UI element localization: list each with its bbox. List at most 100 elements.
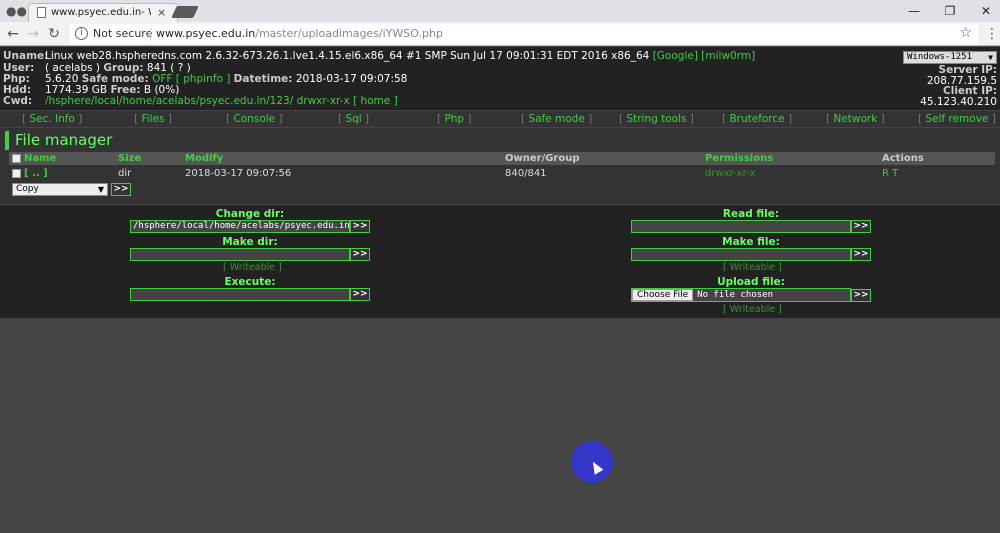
choose-file-button[interactable]: Choose File: [632, 289, 694, 301]
menu-label: Self remove: [925, 113, 989, 125]
make-dir-input[interactable]: [130, 248, 350, 261]
make-file-go-button[interactable]: >>: [851, 248, 871, 261]
browser-titlebar: ●● www.psyec.edu.in- WSO × — ❐ ✕: [0, 0, 1000, 22]
url-text: www.psyec.edu.in/master/uploadimages/iYW…: [156, 27, 443, 40]
upload-file-go-button[interactable]: >>: [851, 289, 871, 302]
change-dir-label: Change dir:: [215, 208, 285, 220]
uname-label: Uname:: [3, 50, 49, 62]
tools-forms-panel: Change dir: /hsphere/local/home/acelabs/…: [0, 205, 1000, 318]
menu-label: Bruteforce: [729, 113, 785, 125]
menu-label: Sec. Info: [29, 113, 75, 125]
file-action-value: Copy: [16, 184, 39, 194]
menu-label: Console: [233, 113, 276, 125]
menu-label: Sql: [345, 113, 362, 125]
col-modify[interactable]: Modify: [185, 153, 223, 164]
info-icon[interactable]: i: [75, 27, 88, 40]
execute-input[interactable]: [130, 288, 350, 301]
datetime-label: Datetime:: [233, 73, 293, 85]
upload-writeable-status: [ Writeable ]: [723, 304, 782, 315]
charset-select[interactable]: Windows-1251 ▼: [903, 51, 997, 64]
menu-label: Network: [833, 113, 878, 125]
page-favicon-icon: [37, 7, 46, 18]
url-host: www.psyec.edu.in: [156, 27, 256, 40]
execute-label: Execute:: [224, 276, 276, 288]
row-modify: 2018-03-17 09:07:56: [185, 168, 292, 179]
forward-icon[interactable]: →: [24, 25, 42, 43]
read-file-go-button[interactable]: >>: [851, 220, 871, 233]
table-header-row: Name Size Modify Owner/Group Permissions…: [9, 152, 995, 165]
menu-network[interactable]: [ Network ]: [826, 113, 885, 125]
cwd-label: Cwd:: [3, 95, 33, 107]
main-menu: [ Sec. Info ] [ Files ] [ Console ] [ Sq…: [0, 111, 1000, 127]
change-dir-go-button[interactable]: >>: [350, 220, 370, 233]
execute-go-button[interactable]: >>: [350, 288, 370, 301]
row-checkbox[interactable]: [12, 169, 21, 178]
menu-label: String tools: [626, 113, 687, 125]
menu-sql[interactable]: [ Sql ]: [338, 113, 369, 125]
back-icon[interactable]: ←: [4, 25, 22, 43]
read-file-input[interactable]: [631, 220, 851, 233]
not-secure-label: Not secure: [93, 27, 153, 40]
menu-self-remove[interactable]: [ Self remove ]: [918, 113, 996, 125]
phpinfo-link[interactable]: [ phpinfo ]: [176, 73, 231, 85]
google-link[interactable]: [Google]: [653, 50, 698, 62]
charset-value: Windows-1251: [907, 52, 973, 62]
file-action-select[interactable]: Copy ▼: [12, 183, 108, 196]
milw0rm-link[interactable]: [milw0rm]: [701, 50, 755, 62]
menu-label: Files: [141, 113, 165, 125]
reload-icon[interactable]: ↻: [45, 25, 63, 43]
address-bar[interactable]: i Not secure www.psyec.edu.in/master/upl…: [70, 24, 978, 44]
parent-dir-link[interactable]: [ .. ]: [24, 168, 48, 179]
new-tab-button[interactable]: [171, 6, 199, 18]
browser-tab[interactable]: www.psyec.edu.in- WSO ×: [28, 3, 178, 22]
url-separator: [150, 27, 151, 41]
menu-label: Php: [444, 113, 465, 125]
browser-menu-icon[interactable]: ⋮: [985, 25, 999, 43]
file-manager-panel: File manager Name Size Modify Owner/Grou…: [0, 128, 1000, 204]
menu-bruteforce[interactable]: [ Bruteforce ]: [722, 113, 792, 125]
row-actions-link[interactable]: R T: [882, 168, 898, 179]
tab-title: www.psyec.edu.in- WSO: [51, 7, 151, 18]
cwd-line: /hsphere/local/home/acelabs/psyec.edu.in…: [45, 95, 398, 107]
chevron-down-icon: ▼: [97, 185, 104, 194]
col-name[interactable]: Name: [24, 153, 56, 164]
change-dir-input[interactable]: /hsphere/local/home/acelabs/psyec.edu.in…: [130, 220, 350, 233]
col-actions: Actions: [882, 153, 924, 164]
file-manager-title: File manager: [5, 131, 112, 150]
maximize-button[interactable]: ❐: [940, 3, 960, 19]
server-info-header: Uname: Linux web28.hspheredns.com 2.6.32…: [0, 47, 1000, 110]
client-ip-value: 45.123.40.210: [920, 96, 997, 108]
browser-toolbar: ← → ↻ i Not secure www.psyec.edu.in/mast…: [0, 22, 1000, 46]
make-file-writeable-status: [ Writeable ]: [723, 262, 782, 273]
col-size[interactable]: Size: [118, 153, 141, 164]
close-window-button[interactable]: ✕: [976, 3, 996, 19]
menu-safe-mode[interactable]: [ Safe mode ]: [521, 113, 592, 125]
upload-file-label: Upload file:: [717, 276, 785, 288]
datetime-value: 2018-03-17 09:07:58: [295, 73, 408, 85]
menu-console[interactable]: [ Console ]: [226, 113, 283, 125]
menu-string-tools[interactable]: [ String tools ]: [619, 113, 694, 125]
no-file-chosen-text: No file chosen: [697, 290, 774, 300]
row-permissions-link[interactable]: drwxr-xr-x: [705, 168, 756, 179]
tab-close-icon[interactable]: ×: [157, 6, 166, 19]
make-dir-go-button[interactable]: >>: [350, 248, 370, 261]
col-permissions[interactable]: Permissions: [705, 153, 773, 164]
menu-sec-info[interactable]: [ Sec. Info ]: [22, 113, 82, 125]
cwd-path-link[interactable]: /hsphere/local/home/acelabs/psyec.edu.in…: [45, 95, 293, 107]
home-link[interactable]: [ home ]: [353, 95, 398, 107]
minimize-button[interactable]: —: [904, 3, 924, 19]
menu-php[interactable]: [ Php ]: [437, 113, 472, 125]
chevron-down-icon: ▼: [988, 53, 993, 62]
make-dir-label: Make dir:: [222, 236, 278, 248]
select-all-checkbox[interactable]: [12, 154, 21, 163]
menu-files[interactable]: [ Files ]: [134, 113, 172, 125]
url-path: /master/uploadimages/iYWSO.php: [255, 27, 443, 40]
make-file-input[interactable]: [631, 248, 851, 261]
incognito-icon: ●●: [6, 4, 27, 18]
col-owner-group: Owner/Group: [505, 153, 580, 164]
bookmark-star-icon[interactable]: ☆: [959, 25, 972, 41]
upload-file-input[interactable]: Choose File No file chosen: [631, 288, 851, 302]
file-action-go-button[interactable]: >>: [111, 183, 131, 196]
cwd-perms: drwxr-xr-x: [296, 95, 350, 107]
read-file-label: Read file:: [722, 208, 780, 220]
